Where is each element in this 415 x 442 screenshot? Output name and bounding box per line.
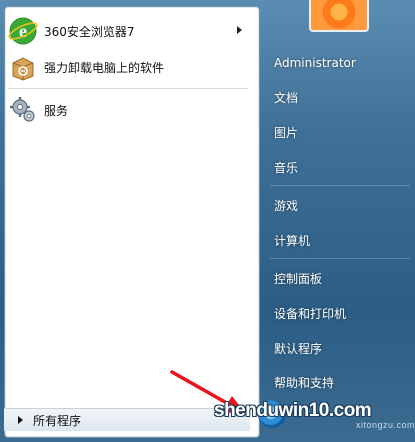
right-separator — [270, 258, 410, 259]
right-item-help-support[interactable]: 帮助和支持 — [274, 370, 334, 396]
expand-arrow-icon — [18, 416, 23, 424]
submenu-arrow-icon[interactable] — [237, 26, 242, 34]
right-item-pictures[interactable]: 图片 — [274, 120, 298, 146]
right-item-computer[interactable]: 计算机 — [274, 228, 310, 254]
start-menu: e 360安全浏览器7 强力卸载电脑上的软件 服务 所有程序 Administr… — [0, 0, 415, 442]
watermark: shenduwin10.com xitongzu.com — [214, 394, 415, 430]
browser-e-icon: e — [8, 16, 38, 46]
right-item-documents[interactable]: 文档 — [274, 85, 298, 111]
watermark-text: shenduwin10.com — [214, 400, 372, 421]
pinned-separator — [8, 88, 248, 89]
program-item-label: 360安全浏览器7 — [44, 24, 135, 39]
program-item-label: 服务 — [44, 103, 69, 118]
program-item-uninstaller[interactable]: 强力卸载电脑上的软件 — [8, 50, 248, 84]
right-item-music[interactable]: 音乐 — [274, 155, 298, 181]
program-item-360-browser[interactable]: e 360安全浏览器7 — [8, 14, 248, 48]
right-item-user[interactable]: Administrator — [274, 50, 356, 76]
uninstall-box-icon — [8, 52, 38, 82]
right-separator — [270, 185, 410, 186]
gears-icon — [8, 95, 38, 125]
right-item-default-programs[interactable]: 默认程序 — [274, 336, 322, 362]
right-item-devices-printers[interactable]: 设备和打印机 — [274, 301, 346, 327]
all-programs-label: 所有程序 — [33, 413, 82, 428]
user-avatar[interactable] — [309, 0, 369, 32]
program-item-label: 强力卸载电脑上的软件 — [44, 60, 165, 75]
right-item-games[interactable]: 游戏 — [274, 193, 298, 219]
right-item-control-panel[interactable]: 控制面板 — [274, 266, 322, 292]
program-item-services[interactable]: 服务 — [8, 93, 248, 127]
